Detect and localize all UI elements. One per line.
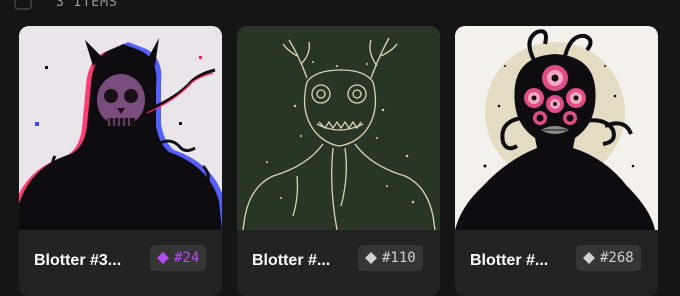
item-count: 3 ITEMS xyxy=(56,0,118,10)
rarity-rank: #268 xyxy=(600,250,634,266)
nft-artwork[interactable] xyxy=(237,26,440,230)
rarity-rank: #110 xyxy=(382,250,416,266)
diamond-icon xyxy=(582,251,596,265)
nft-name: Blotter #... xyxy=(470,252,549,269)
select-all-checkbox[interactable] xyxy=(14,0,32,10)
nft-name: Blotter #... xyxy=(252,252,331,269)
rarity-rank: #24 xyxy=(174,250,200,266)
nft-card[interactable]: Blotter #... #110 xyxy=(237,26,440,296)
rarity-badge: #110 xyxy=(358,245,423,271)
rarity-badge: #268 xyxy=(576,245,641,271)
nft-artwork[interactable] xyxy=(19,26,222,230)
nft-name: Blotter #3... xyxy=(34,252,122,269)
diamond-icon xyxy=(156,251,170,265)
nft-card[interactable]: Blotter #3... #24 xyxy=(19,26,222,296)
nft-card[interactable]: Blotter #... #268 xyxy=(455,26,658,296)
toolbar: 3 ITEMS xyxy=(0,0,680,15)
nft-artwork[interactable] xyxy=(455,26,658,230)
diamond-icon xyxy=(364,251,378,265)
rarity-badge: #24 xyxy=(150,245,207,271)
